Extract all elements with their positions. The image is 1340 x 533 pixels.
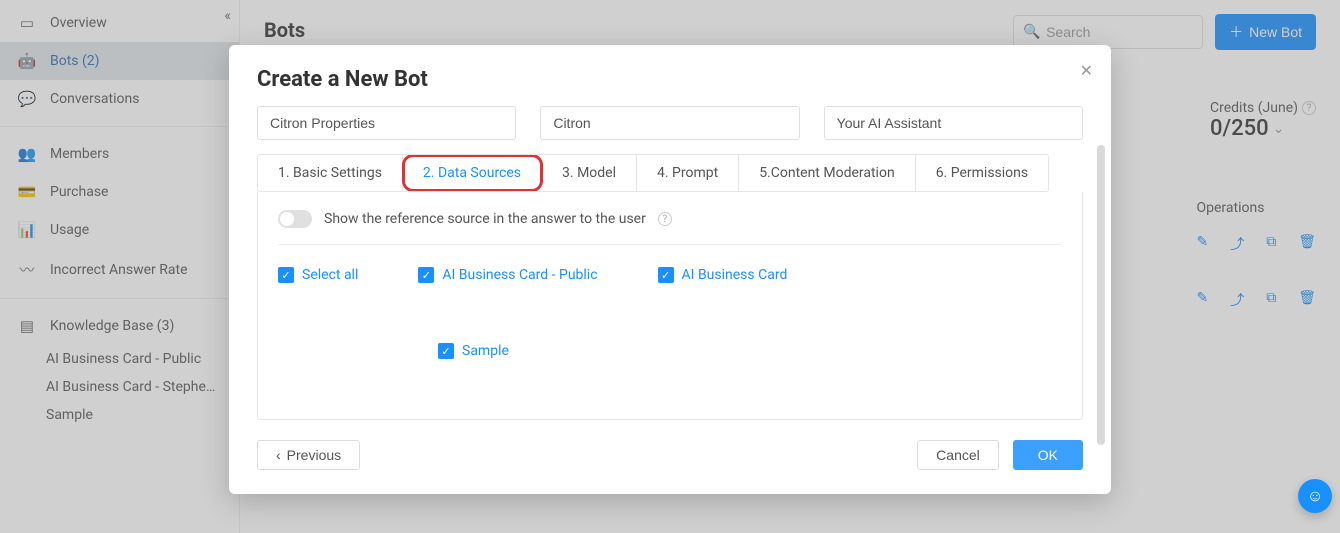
datasource-checkbox[interactable]: ✓ AI Business Card (658, 267, 788, 283)
scrollbar-thumb[interactable] (1097, 145, 1105, 445)
checkbox-label: AI Business Card - Public (442, 267, 597, 283)
smile-icon: ☺ (1307, 486, 1323, 506)
tagline-field[interactable] (824, 106, 1083, 140)
close-icon: ✕ (1080, 61, 1093, 80)
cancel-button[interactable]: Cancel (917, 440, 999, 470)
datasource-checkbox[interactable]: ✓ Sample (438, 343, 509, 359)
select-all-checkbox[interactable]: ✓ Select all (278, 267, 358, 283)
tab-permissions[interactable]: 6. Permissions (916, 155, 1048, 191)
checkbox-checked-icon: ✓ (278, 267, 294, 283)
modal-title: Create a New Bot (257, 67, 1083, 92)
toggle-label: Show the reference source in the answer … (324, 211, 646, 227)
previous-button[interactable]: ‹ Previous (257, 440, 360, 470)
checkbox-label: Select all (302, 267, 358, 283)
tab-model[interactable]: 3. Model (542, 155, 637, 191)
create-bot-modal: ✕ Create a New Bot 1. Basic Settings 2. … (229, 45, 1111, 494)
company-field[interactable] (257, 106, 516, 140)
checkbox-checked-icon: ✓ (438, 343, 454, 359)
show-reference-toggle[interactable] (278, 210, 312, 228)
data-sources-panel: Show the reference source in the answer … (257, 192, 1083, 420)
checkbox-checked-icon: ✓ (418, 267, 434, 283)
wizard-tabs: 1. Basic Settings 2. Data Sources 3. Mod… (257, 154, 1049, 192)
tab-basic-settings[interactable]: 1. Basic Settings (258, 155, 403, 191)
checkbox-label: Sample (462, 343, 509, 359)
datasource-checkbox[interactable]: ✓ AI Business Card - Public (418, 267, 597, 283)
tab-prompt[interactable]: 4. Prompt (637, 155, 739, 191)
bot-name-field[interactable] (540, 106, 799, 140)
chevron-left-icon: ‹ (276, 447, 281, 463)
modal-overlay: ✕ Create a New Bot 1. Basic Settings 2. … (0, 0, 1340, 533)
tab-content-moderation[interactable]: 5.Content Moderation (739, 155, 916, 191)
close-button[interactable]: ✕ (1080, 61, 1093, 80)
checkbox-label: AI Business Card (682, 267, 788, 283)
button-label: OK (1038, 447, 1058, 463)
button-label: Cancel (936, 447, 980, 463)
help-icon[interactable]: ? (658, 212, 672, 226)
checkbox-checked-icon: ✓ (658, 267, 674, 283)
tab-data-sources[interactable]: 2. Data Sources (403, 155, 542, 191)
ok-button[interactable]: OK (1013, 440, 1083, 470)
button-label: Previous (287, 447, 341, 463)
support-chat-button[interactable]: ☺ (1298, 479, 1332, 513)
